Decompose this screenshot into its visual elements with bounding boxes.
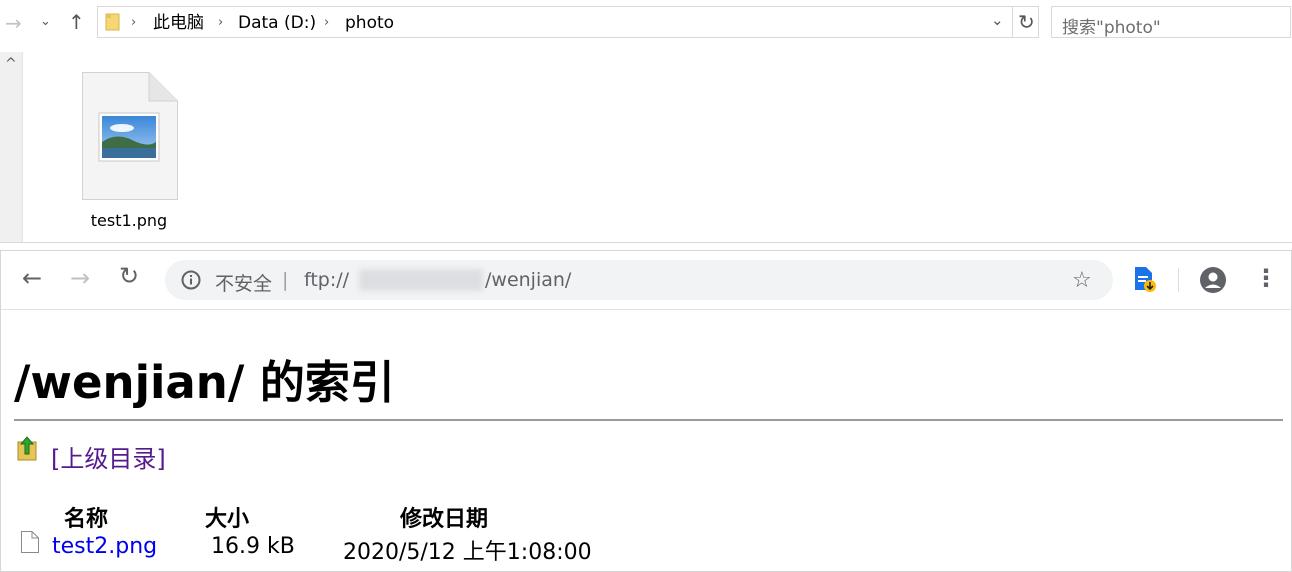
address-bar[interactable]: › 此电脑 › Data (D:) › photo ⌄ ↻	[97, 6, 1039, 38]
breadcrumb-photo[interactable]: photo	[345, 13, 394, 33]
breadcrumb-separator-icon: ›	[218, 15, 224, 30]
extension-document-icon[interactable]	[1132, 266, 1158, 294]
search-placeholder: 搜索"photo"	[1062, 18, 1161, 38]
breadcrumb-this-pc[interactable]: 此电脑	[153, 13, 204, 33]
security-label: 不安全	[215, 273, 273, 295]
menu-kebab-icon[interactable]: ⋮	[1254, 264, 1278, 292]
omnibox[interactable]: 不安全 | ftp:// /wenjian/ ☆	[165, 260, 1113, 300]
navigation-pane-scrollbar[interactable]: ^	[0, 52, 23, 242]
up-arrow-icon[interactable]: ↑	[68, 12, 85, 32]
toolbar-divider	[1178, 268, 1179, 292]
back-icon[interactable]: ←	[22, 264, 42, 292]
file-icon	[21, 531, 39, 553]
column-header-name[interactable]: 名称	[64, 501, 108, 533]
forward-arrow-icon[interactable]: →	[5, 13, 22, 33]
folder-icon	[105, 13, 120, 31]
forward-icon[interactable]: →	[70, 264, 90, 292]
file-explorer-window: → ⌄ ↑ › 此电脑 › Data (D:) › photo ⌄ ↻ 搜索"p…	[0, 0, 1292, 243]
refresh-icon[interactable]: ↻	[1018, 10, 1035, 34]
page-title: /wenjian/ 的索引	[14, 356, 395, 409]
file-name-label[interactable]: test1.png	[74, 211, 184, 230]
browser-toolbar: ← → ↻ 不安全 | ftp:// /wenjian/ ☆ ⋮	[1, 251, 1291, 310]
file-link[interactable]: test2.png	[52, 534, 157, 559]
profile-avatar-icon[interactable]	[1199, 266, 1227, 294]
bookmark-star-icon[interactable]: ☆	[1072, 268, 1092, 293]
reload-icon[interactable]: ↻	[119, 262, 139, 290]
omnibox-separator: |	[282, 269, 289, 291]
address-dropdown-chevron-icon[interactable]: ⌄	[991, 11, 1004, 29]
url-host-redacted	[359, 269, 483, 291]
address-divider	[1012, 7, 1013, 37]
url-scheme: ftp://	[304, 269, 350, 291]
column-header-modified[interactable]: 修改日期	[400, 501, 488, 533]
recent-locations-chevron-icon[interactable]: ⌄	[40, 14, 51, 29]
search-input[interactable]: 搜索"photo"	[1051, 6, 1291, 38]
file-size: 16.9 kB	[211, 534, 295, 559]
browser-window: ← → ↻ 不安全 | ftp:// /wenjian/ ☆ ⋮ /wenjia…	[0, 250, 1292, 572]
breadcrumb-separator-icon: ›	[131, 15, 137, 30]
breadcrumb-drive[interactable]: Data (D:)	[238, 13, 316, 33]
info-icon[interactable]	[181, 270, 201, 290]
divider	[14, 419, 1283, 421]
column-header-size[interactable]: 大小	[205, 501, 249, 533]
table-row[interactable]: test2.png	[52, 534, 157, 559]
scroll-up-icon[interactable]: ^	[5, 56, 17, 72]
parent-directory-icon[interactable]	[16, 436, 40, 462]
breadcrumb-separator-icon: ›	[324, 15, 330, 30]
png-file-thumbnail-icon[interactable]	[82, 72, 178, 200]
url-path: /wenjian/	[485, 269, 572, 291]
file-modified-date: 2020/5/12 上午1:08:00	[343, 540, 592, 565]
parent-directory-link[interactable]: [上级目录]	[51, 439, 166, 474]
